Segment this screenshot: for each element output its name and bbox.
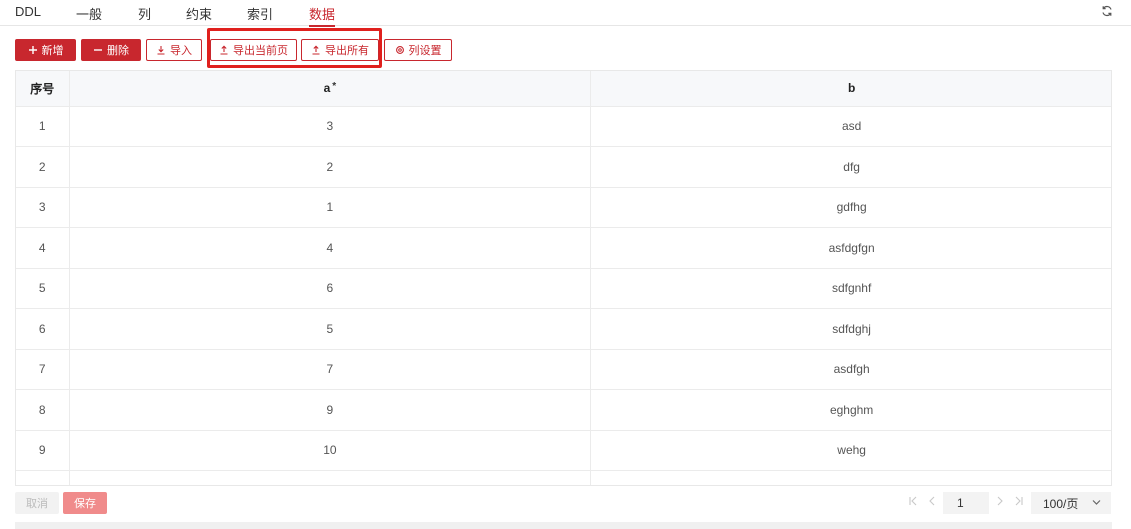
chevron-down-icon — [1092, 500, 1101, 505]
cell-a[interactable]: 4 — [69, 227, 592, 269]
cell-b[interactable]: dfg — [590, 146, 1111, 188]
cell-index: 6 — [16, 308, 70, 350]
export-all-button[interactable]: 导出所有 — [301, 39, 379, 61]
cell-b[interactable]: erthf — [590, 470, 1111, 485]
table-row[interactable]: 9 10 wehg — [16, 430, 1111, 471]
upload-icon — [312, 45, 320, 55]
cell-index: 5 — [16, 268, 70, 309]
footer: 取消 保存 100/页 — [0, 490, 1131, 516]
prev-page-icon[interactable] — [926, 495, 938, 507]
tab-general[interactable]: 一般 — [76, 4, 102, 24]
delete-label: 删除 — [107, 45, 129, 57]
page-size-label: 100/页 — [1043, 496, 1079, 511]
table-row[interactable]: 4 4 asfdgfgn — [16, 227, 1111, 269]
gear-icon — [395, 46, 404, 54]
cell-index: 10 — [16, 470, 70, 485]
page-size-select[interactable]: 100/页 — [1031, 492, 1111, 514]
data-grid: 序号 a * b 1 3 asd 2 2 dfg 3 1 gdfhg 4 4 asfdgfgn 5… — [15, 70, 1112, 486]
required-mark: * — [332, 81, 337, 93]
refresh-icon[interactable] — [1101, 5, 1113, 17]
add-label: 新增 — [41, 45, 64, 57]
export-current-page-label: 导出当前页 — [233, 45, 288, 57]
add-button[interactable]: 新增 — [15, 39, 76, 61]
table-row[interactable]: 6 5 sdfdghj — [16, 308, 1111, 350]
tab-data[interactable]: 数据 — [309, 4, 336, 27]
cell-b[interactable]: eghghm — [590, 389, 1111, 431]
tab-ddl[interactable]: DDL — [15, 4, 41, 24]
cell-b[interactable]: sdfdghj — [590, 308, 1111, 350]
cell-a[interactable]: 9 — [69, 389, 592, 431]
cell-index: 7 — [16, 349, 70, 390]
cell-b[interactable]: asfdgfgn — [590, 227, 1111, 269]
cell-index: 2 — [16, 146, 70, 188]
table-row[interactable]: 1 3 asd — [16, 106, 1111, 147]
cell-b[interactable]: wehg — [590, 430, 1111, 471]
cell-a[interactable]: 2 — [69, 146, 592, 188]
cell-b[interactable]: gdfhg — [590, 187, 1111, 228]
minus-icon — [94, 49, 102, 51]
tab-bar: DDL 一般 列 约束 索引 数据 — [0, 0, 1131, 27]
cell-index: 4 — [16, 227, 70, 269]
import-button[interactable]: 导入 — [146, 39, 202, 61]
horizontal-scrollbar[interactable] — [15, 522, 1112, 529]
column-settings-button[interactable]: 列设置 — [384, 39, 452, 61]
header-a-label: a — [323, 81, 331, 96]
tab-indexes[interactable]: 索引 — [247, 4, 273, 24]
export-current-page-button[interactable]: 导出当前页 — [210, 39, 297, 61]
delete-button[interactable]: 删除 — [81, 39, 141, 61]
header-b[interactable]: b — [590, 71, 1111, 107]
table-row[interactable]: 7 7 asdfgh — [16, 349, 1111, 390]
table-header-row: 序号 a * b — [16, 71, 1111, 107]
export-all-label: 导出所有 — [325, 45, 369, 57]
table-row[interactable]: 108erthf — [16, 470, 1111, 485]
cell-a[interactable]: 8 — [69, 470, 592, 485]
cell-b[interactable]: sdfgnhf — [590, 268, 1111, 309]
table-row[interactable]: 8 9 eghghm — [16, 389, 1111, 431]
tab-constraints[interactable]: 约束 — [186, 4, 212, 24]
cell-b[interactable]: asd — [590, 106, 1111, 147]
cell-index: 9 — [16, 430, 70, 471]
first-page-icon[interactable] — [907, 495, 919, 507]
cell-a[interactable]: 5 — [69, 308, 592, 350]
upload-icon — [220, 45, 228, 55]
next-page-icon[interactable] — [994, 495, 1006, 507]
plus-icon — [28, 46, 37, 54]
table-row[interactable]: 3 1 gdfhg — [16, 187, 1111, 228]
table-row[interactable]: 2 2 dfg — [16, 146, 1111, 188]
download-icon — [157, 46, 165, 55]
header-index: 序号 — [16, 71, 70, 107]
cell-index: 1 — [16, 106, 70, 147]
cell-b[interactable]: asdfgh — [590, 349, 1111, 390]
table-row[interactable]: 5 6 sdfgnhf — [16, 268, 1111, 309]
page-number-input[interactable] — [943, 492, 989, 514]
cell-a[interactable]: 7 — [69, 349, 592, 390]
cell-a[interactable]: 1 — [69, 187, 592, 228]
import-label: 导入 — [170, 45, 192, 57]
tab-columns[interactable]: 列 — [138, 4, 151, 24]
cell-index: 3 — [16, 187, 70, 228]
save-button[interactable]: 保存 — [63, 492, 107, 514]
cell-a[interactable]: 10 — [69, 430, 592, 471]
column-settings-label: 列设置 — [408, 45, 442, 57]
cell-a[interactable]: 3 — [69, 106, 592, 147]
cancel-button[interactable]: 取消 — [15, 492, 59, 514]
header-a[interactable]: a * — [69, 71, 592, 107]
last-page-icon[interactable] — [1013, 495, 1025, 507]
cell-index: 8 — [16, 389, 70, 431]
cell-a[interactable]: 6 — [69, 268, 592, 309]
